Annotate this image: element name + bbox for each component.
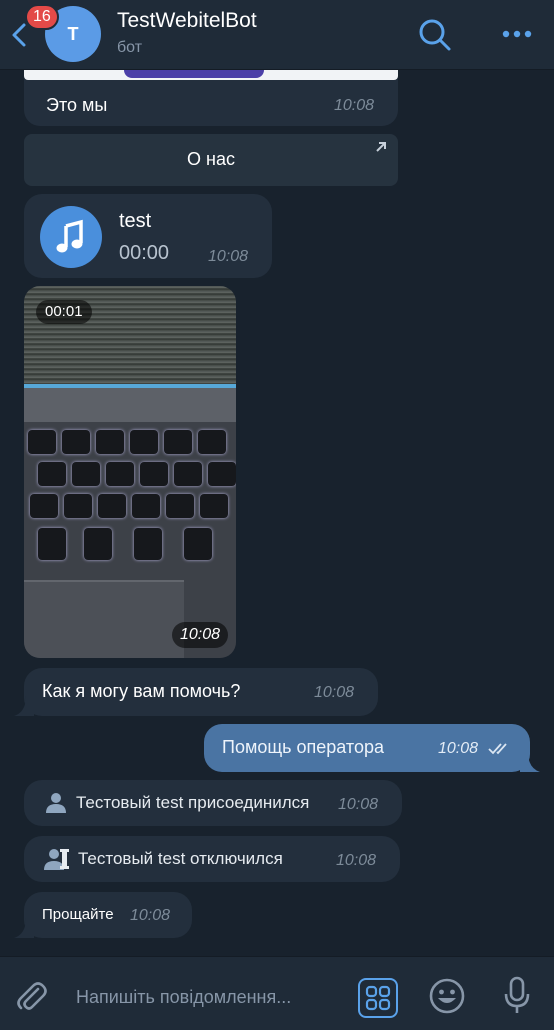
key: [130, 430, 158, 454]
chat-title[interactable]: TestWebitelBot: [117, 9, 257, 33]
more-dots-icon[interactable]: [500, 22, 534, 46]
key: [30, 494, 58, 518]
key: [166, 494, 194, 518]
key: [72, 462, 100, 486]
incoming-message[interactable]: Как я могу вам помочь? 10:08: [24, 668, 378, 716]
message-time: 10:08: [130, 907, 171, 924]
emoji-icon[interactable]: [428, 977, 466, 1015]
read-checkmarks-icon: [488, 743, 507, 755]
user-left-icon: [44, 846, 72, 877]
key: [28, 430, 56, 454]
service-message-joined: Тестовый test присоединился 10:08: [24, 780, 402, 826]
key: [174, 462, 202, 486]
service-text: Тестовый test отключился: [78, 849, 283, 868]
key: [84, 528, 112, 560]
inline-button-label: О нас: [187, 149, 235, 169]
video-duration: 00:01: [36, 300, 92, 324]
audio-duration: 00:00: [119, 242, 170, 264]
video-frame-trackpad: [24, 580, 184, 658]
key: [200, 494, 228, 518]
key: [62, 430, 90, 454]
bubble-tail: [520, 752, 540, 772]
user-icon: [44, 790, 68, 819]
bot-menu-icon[interactable]: [358, 978, 398, 1018]
message-list[interactable]: Это мы 10:08 О нас test 00:00 10:08 00:0…: [0, 70, 554, 956]
search-icon[interactable]: [418, 18, 452, 52]
key: [208, 462, 236, 486]
paperclip-icon[interactable]: [14, 979, 48, 1013]
message-time: 10:08: [438, 740, 479, 757]
unread-badge: 16: [25, 4, 59, 30]
key: [198, 430, 226, 454]
incoming-message[interactable]: Прощайте 10:08: [24, 892, 192, 938]
key: [132, 494, 160, 518]
key: [184, 528, 212, 560]
key: [96, 430, 124, 454]
key: [134, 528, 162, 560]
microphone-icon[interactable]: [502, 975, 532, 1015]
key: [140, 462, 168, 486]
card-caption: Это мы: [46, 95, 108, 115]
key: [64, 494, 92, 518]
key: [106, 462, 134, 486]
message-text: Прощайте: [42, 906, 114, 923]
chat-header: T 16 TestWebitelBot бот: [0, 0, 554, 70]
chat-subtitle: бот: [117, 39, 143, 56]
message-time: 10:08: [334, 97, 375, 114]
audio-message[interactable]: test 00:00 10:08: [24, 194, 272, 278]
key: [164, 430, 192, 454]
inline-button-about[interactable]: О нас: [24, 134, 398, 186]
message-input[interactable]: Напишіть повідомлення...: [76, 987, 291, 1008]
audio-title: test: [119, 210, 152, 232]
card-image-graphic: [124, 70, 264, 78]
bubble-tail: [14, 918, 34, 938]
message-time: 10:08: [336, 852, 377, 869]
external-link-icon: [374, 140, 388, 159]
bubble-tail: [14, 696, 34, 716]
key: [38, 528, 66, 560]
video-time: 10:08: [171, 622, 228, 648]
message-text: Как я могу вам помочь?: [42, 681, 241, 701]
key: [98, 494, 126, 518]
message-composer: Напишіть повідомлення...: [0, 956, 554, 1030]
video-message[interactable]: 00:01 10:08: [24, 286, 236, 658]
telegram-chat-screen: T 16 TestWebitelBot бот Это мы 10:08 О н…: [0, 0, 554, 1030]
outgoing-message[interactable]: Помощь оператора 10:08: [204, 724, 530, 772]
message-time: 10:08: [338, 796, 379, 813]
music-note-icon[interactable]: [40, 206, 102, 268]
key: [38, 462, 66, 486]
service-text: Тестовый test присоединился: [76, 793, 310, 812]
message-time: 10:08: [314, 684, 355, 701]
video-frame-bezel: [24, 388, 236, 422]
service-message-left: Тестовый test отключился 10:08: [24, 836, 400, 882]
message-time: 10:08: [208, 248, 249, 265]
message-text: Помощь оператора: [222, 737, 384, 757]
